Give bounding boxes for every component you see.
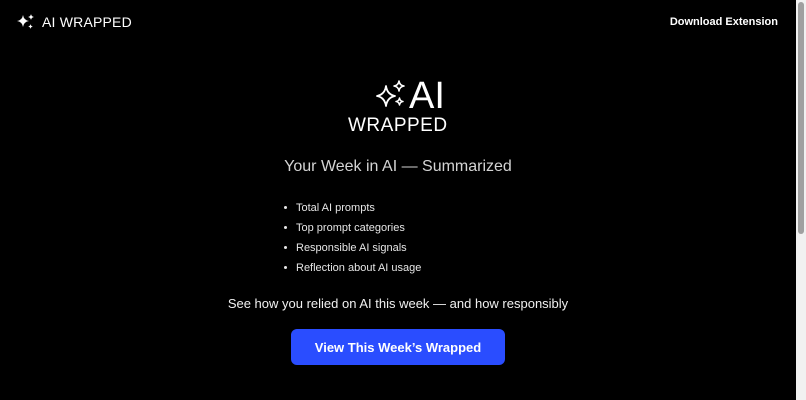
sparkles-icon xyxy=(16,13,36,31)
feature-label: Responsible AI signals xyxy=(296,242,407,254)
page: AI WRAPPED Download Extension AI WRAPPED… xyxy=(0,0,806,400)
bullet-icon xyxy=(284,206,287,209)
header: AI WRAPPED Download Extension xyxy=(0,0,796,48)
download-extension-link[interactable]: Download Extension xyxy=(670,16,778,28)
tagline: See how you relied on AI this week — and… xyxy=(227,296,569,311)
hero-logo: AI WRAPPED xyxy=(346,75,456,140)
brand-name: AI WRAPPED xyxy=(42,14,132,30)
list-item: Total AI prompts xyxy=(284,198,421,218)
view-wrapped-button[interactable]: View This Week’s Wrapped xyxy=(291,329,505,365)
bullet-icon xyxy=(284,266,287,269)
feature-label: Total AI prompts xyxy=(296,202,375,214)
feature-label: Reflection about AI usage xyxy=(296,262,422,274)
brand-logo[interactable]: AI WRAPPED xyxy=(16,12,132,32)
page-subtitle: Your Week in AI — Summarized xyxy=(284,158,512,175)
list-item: Top prompt categories xyxy=(284,218,421,238)
hero-logo-ai: AI xyxy=(409,75,445,117)
list-item: Responsible AI signals xyxy=(284,238,421,258)
vertical-scrollbar[interactable] xyxy=(796,0,806,400)
scrollbar-thumb[interactable] xyxy=(798,2,804,234)
bullet-icon xyxy=(284,246,287,249)
bullet-icon xyxy=(284,226,287,229)
sparkles-icon xyxy=(374,80,408,117)
list-item: Reflection about AI usage xyxy=(284,258,421,278)
features-list: Total AI prompts Top prompt categories R… xyxy=(284,198,421,278)
feature-label: Top prompt categories xyxy=(296,222,405,234)
hero-logo-wrapped: WRAPPED xyxy=(348,115,448,136)
